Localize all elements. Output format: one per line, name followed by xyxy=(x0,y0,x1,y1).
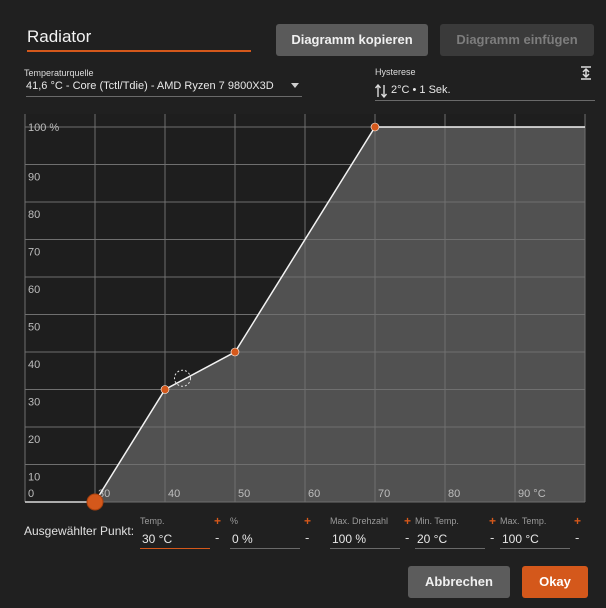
selected-curve-point[interactable] xyxy=(86,493,104,511)
y-tick-label: 70 xyxy=(28,247,40,259)
x-tick-label: 50 xyxy=(238,488,250,500)
field-value-input[interactable]: 100 °C xyxy=(502,532,539,546)
decrement-button[interactable]: - xyxy=(575,530,579,545)
chevron-down-icon[interactable] xyxy=(291,83,299,88)
field-label: Min. Temp. xyxy=(415,516,459,526)
source-underline xyxy=(26,96,302,97)
field-underline xyxy=(330,548,400,549)
y-tick-label: 40 xyxy=(28,359,40,371)
y-tick-label: 30 xyxy=(28,397,40,409)
increment-button[interactable]: + xyxy=(304,514,311,528)
ok-button[interactable]: Okay xyxy=(522,566,588,598)
x-tick-label: 60 xyxy=(308,488,320,500)
copy-chart-button[interactable]: Diagramm kopieren xyxy=(276,24,428,56)
field-value-input[interactable]: 30 °C xyxy=(142,532,172,546)
field-label: Max. Drehzahl xyxy=(330,516,389,526)
source-select[interactable]: 41,6 °C - Core (Tctl/Tdie) - AMD Ryzen 7… xyxy=(26,80,302,92)
field-underline xyxy=(500,548,570,549)
decrement-button[interactable]: - xyxy=(305,530,309,545)
field-label: Temp. xyxy=(140,516,165,526)
paste-chart-button[interactable]: Diagramm einfügen xyxy=(440,24,594,56)
field-value-input[interactable]: 0 % xyxy=(232,532,253,546)
selected-point-label: Ausgewählter Punkt: xyxy=(24,524,135,538)
y-tick-label: 90 xyxy=(28,172,40,184)
curve-point[interactable] xyxy=(230,347,240,357)
x-tick-label: 0 xyxy=(28,488,34,500)
hysteresis-value[interactable]: 2°C • 1 Sek. xyxy=(391,84,451,96)
y-tick-label: 10 xyxy=(28,472,40,484)
decrement-button[interactable]: - xyxy=(490,530,494,545)
decrement-button[interactable]: - xyxy=(405,530,409,545)
y-tick-label: 80 xyxy=(28,209,40,221)
source-label: Temperaturquelle xyxy=(24,68,94,78)
hysteresis-underline xyxy=(375,100,595,101)
increment-button[interactable]: + xyxy=(574,514,581,528)
y-tick-label: 50 xyxy=(28,322,40,334)
y-tick-label: 20 xyxy=(28,434,40,446)
curve-point[interactable] xyxy=(160,385,170,394)
y-tick-label: 60 xyxy=(28,284,40,296)
x-tick-label: 90 °C xyxy=(518,488,546,500)
hysteresis-label: Hysterese xyxy=(375,67,416,77)
curve-point[interactable] xyxy=(370,122,380,132)
increment-button[interactable]: + xyxy=(404,514,411,528)
collapse-icon[interactable] xyxy=(580,66,592,80)
field-value-input[interactable]: 100 % xyxy=(332,532,366,546)
increment-button[interactable]: + xyxy=(214,514,221,528)
y-tick-label: 100 % xyxy=(28,122,59,134)
field-value-input[interactable]: 20 °C xyxy=(417,532,447,546)
x-tick-label: 70 xyxy=(378,488,390,500)
field-underline xyxy=(140,548,210,549)
curve-name-input[interactable]: Radiator xyxy=(27,24,251,52)
x-tick-label: 40 xyxy=(168,488,180,500)
increment-button[interactable]: + xyxy=(489,514,496,528)
cancel-button[interactable]: Abbrechen xyxy=(408,566,510,598)
fan-curve-chart[interactable]: 100 %908070605040302010 0 30 40 50 60 70 80 90 … xyxy=(0,108,606,518)
decrement-button[interactable]: - xyxy=(215,530,219,545)
field-underline xyxy=(230,548,300,549)
x-tick-label: 80 xyxy=(448,488,460,500)
field-label: Max. Temp. xyxy=(500,516,547,526)
field-underline xyxy=(415,548,485,549)
field-label: % xyxy=(230,516,239,526)
hysteresis-arrows-icon xyxy=(375,84,387,98)
